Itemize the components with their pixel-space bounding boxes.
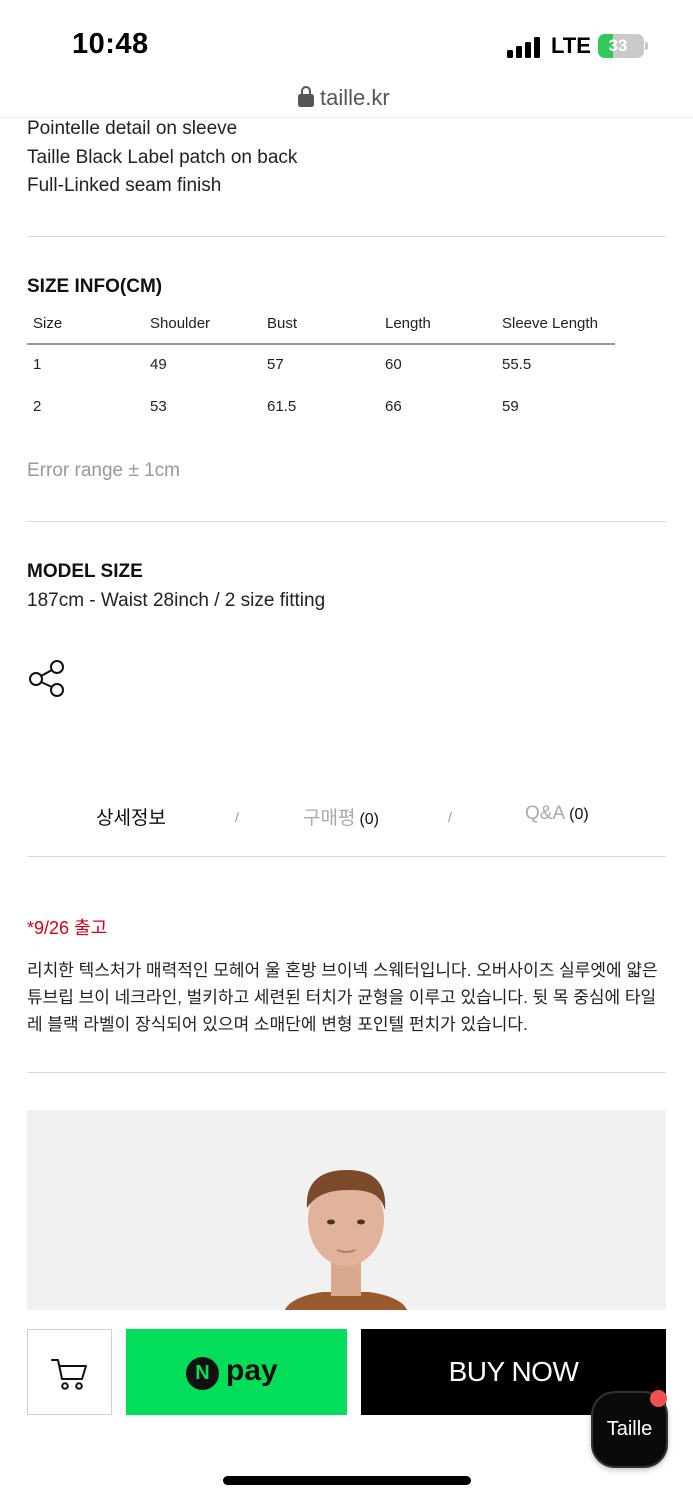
size-header: Length: [385, 315, 431, 332]
chat-label: Taille: [606, 1418, 653, 1440]
table-row: 2 53 61.5 66 59: [27, 388, 615, 430]
battery-icon: 33: [598, 34, 644, 58]
cart-icon: [51, 1359, 87, 1390]
feature-item: Full-Linked seam finish: [27, 175, 222, 196]
tab-review-label: 구매평: [303, 808, 356, 829]
qa-count: (0): [569, 806, 589, 823]
release-date: *9/26 출고: [27, 918, 108, 938]
feature-list: Pointelle detail on sleeve Taille Black …: [27, 115, 297, 201]
lock-icon: [298, 86, 314, 108]
status-time: 10:48: [72, 28, 149, 60]
table-row: 1 49 57 60 55.5: [27, 346, 615, 388]
size-cell: 60: [385, 356, 402, 373]
size-cell: 57: [267, 356, 284, 373]
size-cell: 59: [502, 398, 519, 415]
tab-qa[interactable]: Q&A (0): [525, 803, 589, 825]
model-figure: [27, 1110, 666, 1310]
size-table-header: Size Shoulder Bust Length Sleeve Length: [27, 305, 615, 345]
product-description: 리치한 텍스처가 매력적인 모헤어 울 혼방 브이넥 스웨터입니다. 오버사이즈…: [27, 961, 658, 1034]
notification-dot: [650, 1390, 667, 1407]
tab-detail[interactable]: 상세정보: [96, 803, 166, 830]
npay-label: pay: [226, 1354, 278, 1387]
divider: [27, 236, 666, 237]
home-indicator: [223, 1476, 471, 1485]
battery-tip: [645, 42, 648, 50]
divider: [27, 1072, 666, 1073]
size-cell: 53: [150, 398, 167, 415]
size-cell: 49: [150, 356, 167, 373]
tab-separator: /: [235, 809, 239, 825]
model-size-title: MODEL SIZE: [27, 561, 143, 582]
network-type: LTE: [551, 33, 591, 58]
size-header: Size: [33, 315, 63, 332]
divider: [27, 521, 666, 522]
signal-icon: [507, 36, 543, 58]
tab-detail-label: 상세정보: [96, 808, 166, 829]
size-header: Shoulder: [150, 315, 211, 332]
error-range-note: Error range ± 1cm: [27, 460, 180, 481]
size-table: Size Shoulder Bust Length Sleeve Length …: [27, 305, 615, 430]
size-cell: 1: [33, 356, 42, 373]
size-cell: 2: [33, 398, 42, 415]
size-cell: 61.5: [267, 398, 297, 415]
url-text[interactable]: taille.kr: [320, 85, 390, 111]
feature-item: Pointelle detail on sleeve: [27, 118, 238, 139]
feature-item: Taille Black Label patch on back: [27, 146, 298, 168]
add-to-cart-button[interactable]: [27, 1329, 112, 1415]
size-header: Bust: [267, 315, 298, 332]
tab-qa-label: Q&A: [525, 803, 566, 824]
size-header: Sleeve Length: [502, 315, 598, 332]
tab-review[interactable]: 구매평 (0): [303, 803, 379, 830]
tab-separator: /: [448, 809, 452, 825]
product-photo: [27, 1110, 666, 1310]
battery-level: 33: [608, 36, 628, 55]
size-cell: 66: [385, 398, 402, 415]
status-bar: 10:48 LTE 33: [0, 0, 693, 80]
naver-pay-button[interactable]: N pay: [126, 1329, 347, 1415]
size-info-title: SIZE INFO(CM): [27, 276, 163, 297]
detail-tabs: 상세정보 / 구매평 (0) / Q&A (0): [27, 795, 666, 857]
npay-logo-icon: N: [186, 1357, 219, 1390]
model-size-text: 187cm - Waist 28inch / 2 size fitting: [27, 590, 326, 611]
size-cell: 55.5: [502, 356, 532, 373]
share-icon[interactable]: [27, 659, 67, 699]
review-count: (0): [359, 811, 380, 828]
